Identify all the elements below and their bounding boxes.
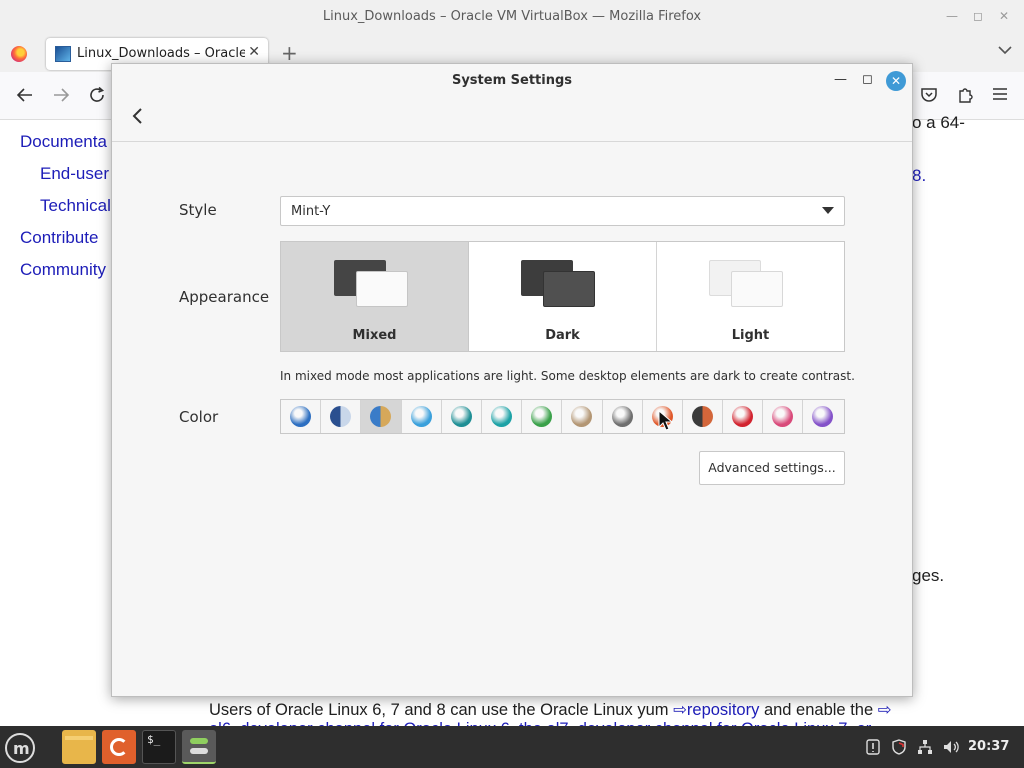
color-dot-icon bbox=[450, 406, 472, 427]
mint-menu-icon[interactable]: m bbox=[5, 733, 35, 763]
color-swatch-blue[interactable] bbox=[281, 400, 322, 433]
color-dot-icon bbox=[410, 406, 432, 427]
color-swatch-teal[interactable] bbox=[442, 400, 482, 433]
update-manager-icon[interactable] bbox=[866, 739, 880, 759]
appearance-option-label: Dark bbox=[545, 328, 580, 343]
page-text-fragment: o a 64- bbox=[912, 113, 965, 132]
clock[interactable]: 20:37 bbox=[968, 739, 1009, 754]
hamburger-menu-icon[interactable] bbox=[992, 86, 1008, 106]
back-arrow-icon[interactable] bbox=[16, 86, 34, 108]
color-swatch-sky[interactable] bbox=[402, 400, 442, 433]
system-settings-taskbar-icon[interactable] bbox=[182, 730, 216, 764]
nav-link-community[interactable]: Community bbox=[20, 260, 106, 280]
advanced-settings-button[interactable]: Advanced settings... bbox=[699, 451, 845, 485]
page-text-fragment-2: ges. bbox=[912, 566, 945, 585]
page-link-fragment[interactable]: 8. bbox=[912, 166, 926, 186]
color-label: Color bbox=[179, 408, 219, 426]
forward-arrow-icon[interactable] bbox=[52, 86, 70, 108]
firefox-taskbar-icon[interactable] bbox=[102, 730, 136, 764]
light-preview-front bbox=[731, 271, 783, 307]
network-icon[interactable] bbox=[917, 739, 933, 759]
svg-text:m: m bbox=[13, 739, 30, 758]
system-settings-window: System Settings — ◻ ✕ Style Mint-Y Appea… bbox=[111, 63, 913, 697]
color-dot-icon bbox=[611, 406, 633, 427]
color-swatch-green[interactable] bbox=[522, 400, 563, 433]
color-swatch-grey[interactable] bbox=[603, 400, 643, 433]
back-icon[interactable] bbox=[130, 106, 144, 132]
style-label: Style bbox=[179, 201, 217, 219]
color-dot-icon bbox=[290, 406, 311, 427]
terminal-icon[interactable]: $_ bbox=[142, 730, 176, 764]
dropdown-arrow-icon bbox=[822, 207, 834, 214]
settings-minimize-icon[interactable]: — bbox=[834, 72, 847, 87]
maximize-icon[interactable]: ◻ bbox=[973, 9, 983, 23]
nav-link-technical[interactable]: Technical bbox=[40, 196, 111, 216]
appearance-option-light[interactable]: Light bbox=[657, 242, 844, 351]
firefox-logo-icon[interactable] bbox=[11, 46, 27, 62]
color-swatch-pink[interactable] bbox=[763, 400, 804, 433]
settings-window-title: System Settings bbox=[451, 73, 573, 88]
chevron-down-icon[interactable] bbox=[998, 44, 1012, 59]
firefox-titlebar: Linux_Downloads – Oracle VM VirtualBox —… bbox=[0, 0, 1024, 34]
color-dot-icon bbox=[691, 406, 713, 427]
tab-title: Linux_Downloads – Oracle VM VirtualBox bbox=[77, 46, 245, 61]
appearance-selector: Mixed Dark Light bbox=[280, 241, 845, 352]
color-selector bbox=[280, 399, 845, 434]
appearance-label: Appearance bbox=[179, 288, 270, 306]
color-swatch-sand[interactable] bbox=[562, 400, 603, 433]
settings-close-icon[interactable]: ✕ bbox=[886, 71, 906, 91]
virtualbox-favicon-icon bbox=[55, 46, 71, 62]
nav-link-contribute[interactable]: Contribute bbox=[20, 228, 98, 248]
appearance-option-dark[interactable]: Dark bbox=[469, 242, 657, 351]
volume-icon[interactable] bbox=[942, 739, 960, 759]
color-swatch-aqua-half[interactable] bbox=[361, 400, 402, 433]
color-dot-icon bbox=[732, 406, 754, 427]
minimize-icon[interactable]: — bbox=[946, 9, 958, 23]
settings-maximize-icon[interactable]: ◻ bbox=[862, 72, 873, 87]
color-dot-icon bbox=[812, 406, 834, 427]
body-text-mid: and enable the bbox=[759, 701, 878, 719]
taskbar: m $_ 20:37 bbox=[0, 726, 1024, 768]
style-dropdown[interactable]: Mint-Y bbox=[280, 196, 845, 226]
firefox-window-title: Linux_Downloads – Oracle VM VirtualBox —… bbox=[322, 9, 702, 24]
body-paragraph: Users of Oracle Linux 6, 7 and 8 can use… bbox=[209, 700, 892, 720]
settings-titlebar: System Settings — ◻ ✕ bbox=[112, 64, 912, 98]
close-icon[interactable]: ✕ bbox=[999, 9, 1009, 23]
color-dot-icon bbox=[531, 406, 553, 427]
repository-link[interactable]: ⇨repository bbox=[673, 701, 759, 719]
color-swatch-red[interactable] bbox=[723, 400, 764, 433]
appearance-description: In mixed mode most applications are ligh… bbox=[280, 369, 855, 383]
tab-close-icon[interactable]: ✕ bbox=[248, 44, 260, 60]
color-swatch-cyan[interactable] bbox=[482, 400, 523, 433]
color-dot-icon bbox=[370, 406, 392, 427]
files-folder-icon[interactable] bbox=[62, 730, 96, 764]
color-swatch-orange-half[interactable] bbox=[683, 400, 724, 433]
appearance-option-mixed[interactable]: Mixed bbox=[281, 242, 469, 351]
appearance-option-label: Light bbox=[731, 328, 770, 343]
mixed-preview-front bbox=[356, 271, 408, 307]
pocket-icon[interactable] bbox=[920, 86, 938, 108]
nav-link-end-user[interactable]: End-user bbox=[40, 164, 109, 184]
shield-icon[interactable] bbox=[891, 739, 907, 759]
appearance-option-label: Mixed bbox=[352, 328, 397, 343]
color-dot-icon bbox=[571, 406, 593, 427]
new-tab-button[interactable]: + bbox=[281, 41, 298, 65]
reload-icon[interactable] bbox=[88, 86, 106, 108]
body-text: Users of Oracle Linux 6, 7 and 8 can use… bbox=[209, 701, 674, 719]
style-dropdown-value: Mint-Y bbox=[291, 204, 331, 219]
color-swatch-purple[interactable] bbox=[803, 400, 843, 433]
dark-preview-front bbox=[543, 271, 595, 307]
color-dot-icon bbox=[772, 406, 794, 427]
nav-link-documentation[interactable]: Documenta bbox=[20, 132, 107, 152]
extensions-icon[interactable] bbox=[956, 86, 974, 108]
settings-header-bar bbox=[112, 98, 912, 142]
color-dot-icon bbox=[490, 406, 512, 427]
color-swatch-dark-blue-half[interactable] bbox=[321, 400, 362, 433]
color-dot-icon bbox=[330, 406, 352, 427]
ol6-developer-link-icon[interactable]: ⇨ bbox=[878, 701, 892, 719]
